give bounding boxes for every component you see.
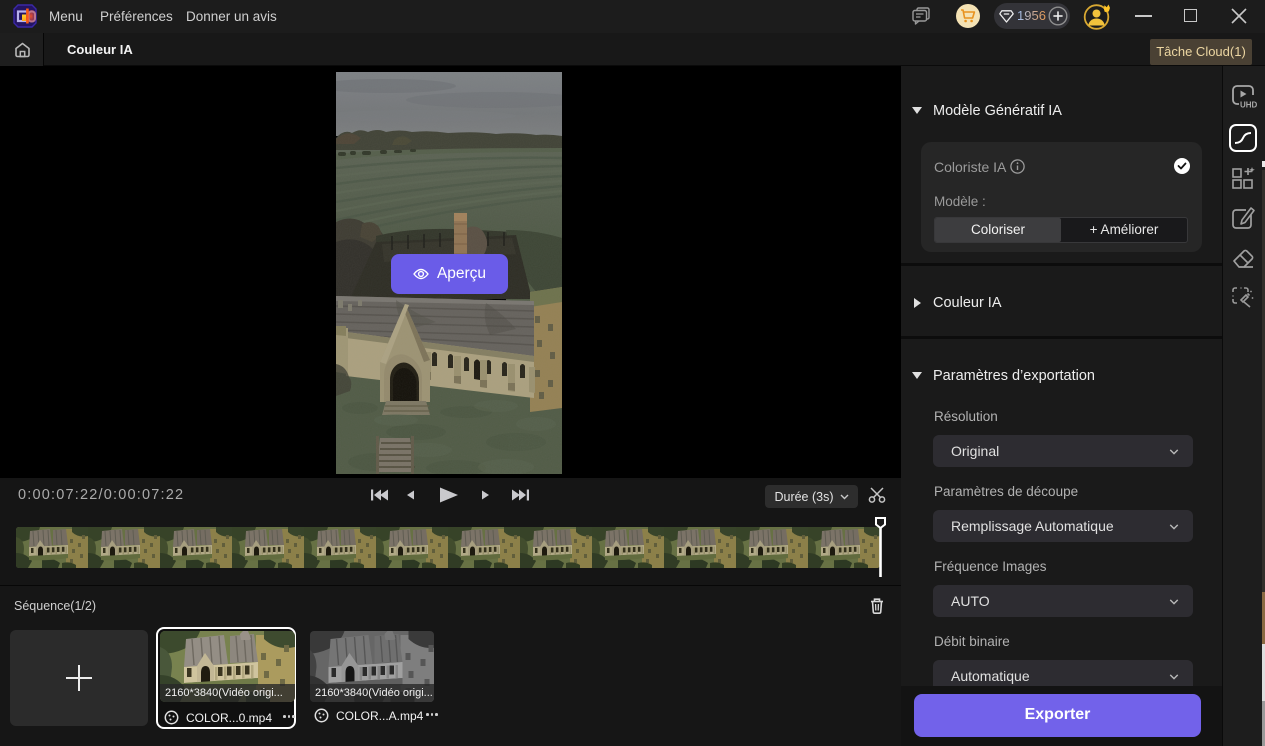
- svg-text:UHD: UHD: [1240, 101, 1257, 110]
